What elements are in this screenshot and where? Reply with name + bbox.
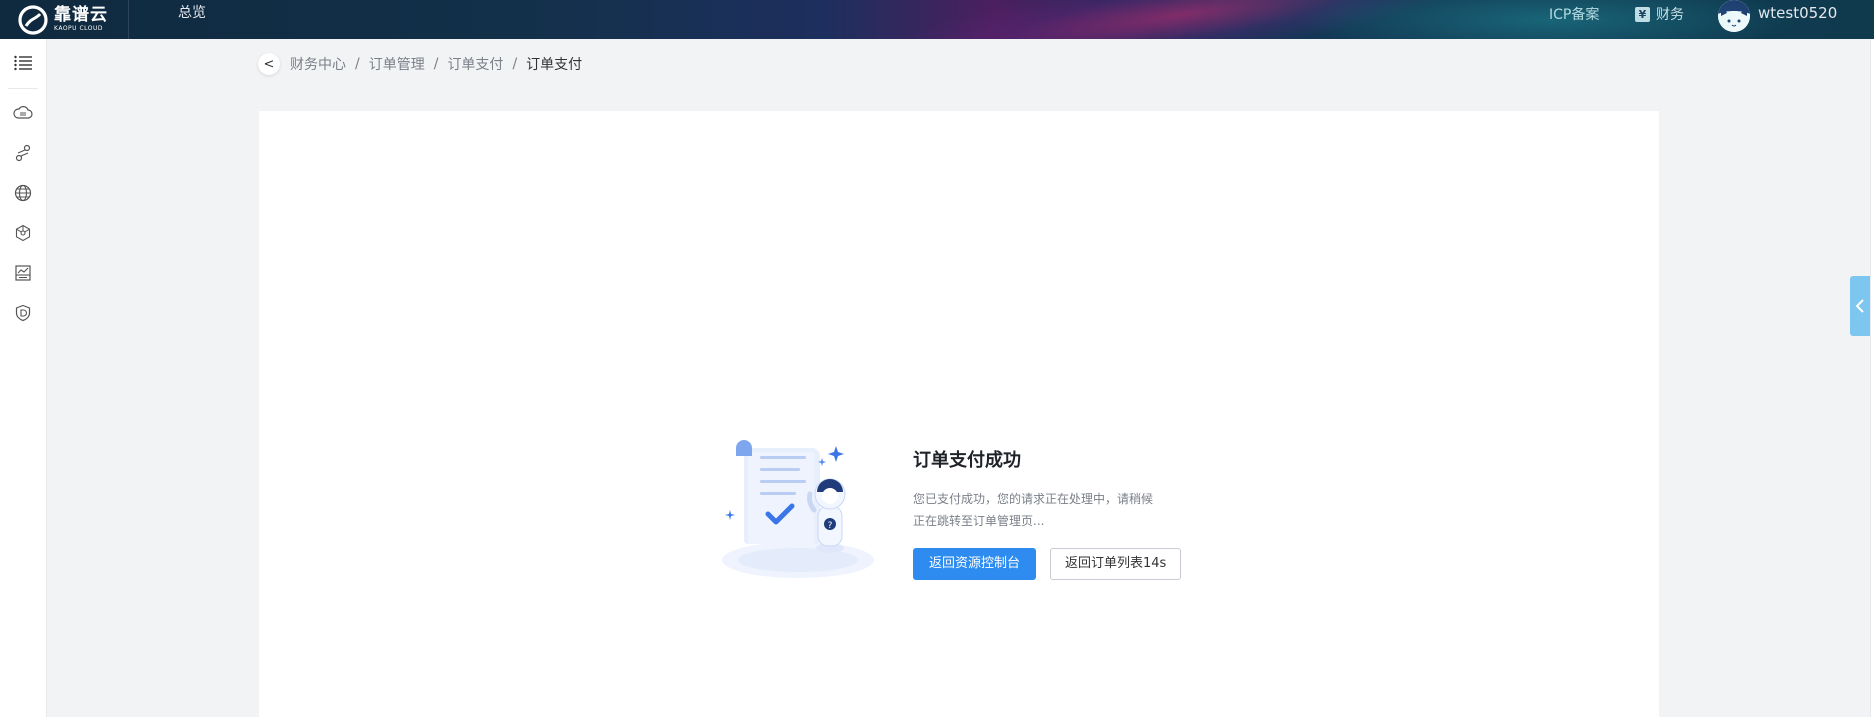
sidebar-item-cluster[interactable] (0, 213, 46, 253)
sidebar-item-cdn[interactable] (0, 173, 46, 213)
nav-overview-link[interactable]: 总览 (178, 0, 206, 26)
sidebar-divider (8, 88, 38, 89)
breadcrumb: < 财务中心 / 订单管理 / 订单支付 / 订单支付 (258, 53, 582, 75)
chevron-left-icon (1855, 299, 1864, 313)
cloud-server-icon (13, 106, 33, 119)
menu-list-icon (14, 55, 32, 71)
breadcrumb-item-order-payment[interactable]: 订单支付 (447, 54, 503, 74)
redirect-notice: 正在跳转至订单管理页... (913, 514, 1045, 528)
sidebar-item-menu[interactable] (0, 43, 46, 83)
return-order-list-button[interactable]: 返回订单列表14s (1050, 548, 1182, 580)
payment-success-panel: ? 订单支付成功 您已支付成功，您的请求正在处理中，请稍候 正在跳转至订单管理页… (718, 436, 1238, 586)
breadcrumb-separator: / (355, 56, 360, 72)
success-description: 您已支付成功，您的请求正在处理中，请稍候 (913, 492, 1154, 506)
storage-icon (15, 265, 31, 281)
sidebar-item-security[interactable] (0, 293, 46, 333)
cat-avatar-icon (1718, 0, 1750, 32)
finance-link[interactable]: ¥ 财务 (1635, 4, 1684, 24)
header-divider (128, 0, 129, 39)
globe-icon (14, 184, 32, 202)
svg-text:?: ? (828, 521, 833, 531)
hexagon-network-icon (15, 224, 31, 242)
sidebar-item-cloud-server[interactable] (0, 93, 46, 133)
sidebar-item-storage[interactable] (0, 253, 46, 293)
avatar (1718, 0, 1750, 32)
icp-filing-link[interactable]: ICP备案 (1549, 4, 1599, 24)
payment-success-illustration: ? (722, 440, 874, 578)
username: wtest0520 (1758, 4, 1838, 22)
return-console-button[interactable]: 返回资源控制台 (913, 548, 1037, 580)
yen-icon: ¥ (1635, 6, 1650, 22)
user-menu[interactable]: wtest0520 (1718, 0, 1837, 32)
top-navigation-bar: 靠谱云 KAOPU CLOUD 总览 ICP备案 ¥ 财务 wtest0520 (0, 0, 1874, 39)
network-link-icon (15, 144, 31, 162)
logo-subtitle: KAOPU CLOUD (54, 25, 104, 32)
scrollbar[interactable] (1870, 39, 1874, 717)
logo-icon (18, 4, 48, 35)
sidebar (0, 39, 47, 717)
back-button[interactable]: < (258, 53, 280, 75)
side-panel-toggle[interactable] (1850, 276, 1870, 336)
logo[interactable]: 靠谱云 KAOPU CLOUD (18, 0, 108, 39)
sidebar-item-network[interactable] (0, 133, 46, 173)
breadcrumb-item-finance-center[interactable]: 财务中心 (290, 54, 346, 74)
breadcrumb-separator: / (512, 56, 518, 72)
finance-label: 财务 (1656, 7, 1684, 23)
breadcrumb-separator: / (433, 56, 439, 72)
shield-icon (15, 304, 31, 322)
success-title: 订单支付成功 (913, 450, 1021, 471)
logo-name: 靠谱云 (54, 5, 108, 25)
content-card (259, 111, 1659, 717)
breadcrumb-item-order-management[interactable]: 订单管理 (369, 54, 425, 74)
breadcrumb-current: 订单支付 (526, 57, 583, 73)
